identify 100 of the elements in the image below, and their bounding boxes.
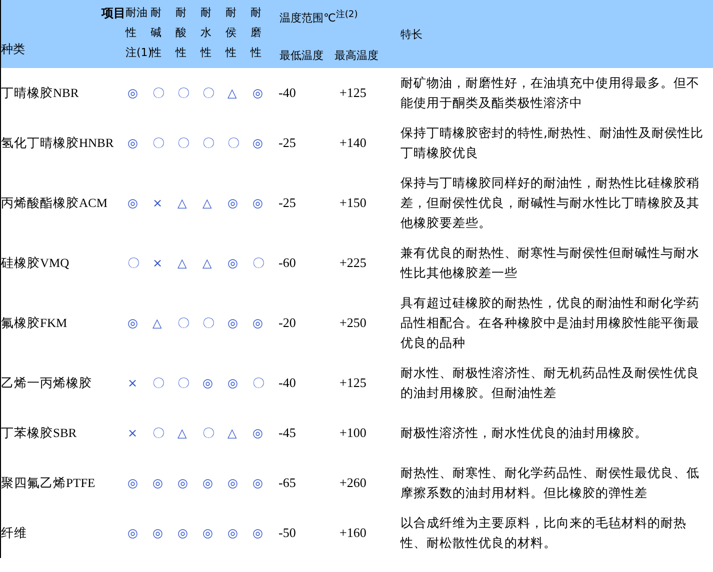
table-cell-text: 耐热性、耐寒性、耐化学药品性、耐侯性最优良、低摩擦系数的油封用材料。但比橡胶的弹性差 xyxy=(400,464,700,502)
column-header: 特长 xyxy=(400,28,422,40)
table-cell-text: -65 xyxy=(278,474,297,492)
table-cell-text: 兼有优良的耐热性、耐寒性与耐侯性但耐碱性与耐水性比其他橡胶差一些 xyxy=(399,244,700,282)
table-cell: 氢化丁晴橡胶HNBR xyxy=(0,118,126,168)
rating-mark: ◎ xyxy=(126,525,139,542)
rating-mark: × xyxy=(126,425,139,442)
table-cell: 纤维 xyxy=(0,508,126,558)
rating-mark: ◎ xyxy=(126,195,139,212)
rating-mark: △ xyxy=(152,315,163,332)
table-cell-text: 耐水性、耐极性溶济性、耐无机药品性及耐侯性优良的油封用橡胶。但耐油性差 xyxy=(400,364,700,402)
table-cell-text: -45 xyxy=(278,424,297,442)
column-header: 耐 xyxy=(250,5,262,21)
rating-mark: ◎ xyxy=(226,475,239,492)
table-cell: 乙烯一丙烯橡胶 xyxy=(0,358,126,408)
rating-mark: 〇 xyxy=(150,68,176,118)
table-cell: 丙烯酸酯橡胶ACM xyxy=(0,168,126,238)
rating-mark: ◎ xyxy=(252,525,264,542)
rating-mark: 〇 xyxy=(226,134,240,152)
rating-mark: 〇 xyxy=(176,314,190,332)
rating-mark: 〇 xyxy=(252,254,266,272)
rating-mark: ◎ xyxy=(252,315,264,332)
column-header: 性 xyxy=(150,45,162,61)
column-header: 酸 xyxy=(176,25,188,41)
column-header: 性 xyxy=(250,45,262,61)
column-header: 种类 xyxy=(1,41,26,58)
rating-mark: ◎ xyxy=(126,68,150,118)
table-cell-text: -20 xyxy=(278,314,297,332)
table-cell-text: +160 xyxy=(338,524,368,542)
column-header: 耐 xyxy=(226,5,238,21)
table-cell-text: +140 xyxy=(338,134,368,152)
rating-mark: 〇 xyxy=(152,134,166,152)
table-cell-text: +225 xyxy=(338,254,368,272)
table-cell: +125 xyxy=(334,68,394,118)
rating-mark: △ xyxy=(226,68,250,118)
column-header: 侯 xyxy=(226,25,238,41)
rating-mark: ◎ xyxy=(252,135,264,152)
rating-mark: 〇 xyxy=(252,374,266,392)
column-header: 性 xyxy=(200,45,212,61)
table-cell-text: +250 xyxy=(338,314,368,332)
table-cell-text: +150 xyxy=(338,194,368,212)
rating-mark: ◎ xyxy=(226,525,239,542)
rating-mark: ◎ xyxy=(152,525,164,542)
rating-mark: 〇 xyxy=(200,68,226,118)
rating-mark: ◎ xyxy=(226,375,239,392)
column-header: 耐油 xyxy=(126,5,148,21)
table-cell-text: 耐极性溶济性，耐水性优良的油封用橡胶。 xyxy=(400,424,648,442)
rating-mark: ◎ xyxy=(126,135,139,152)
table-cell-text: -60 xyxy=(278,254,297,272)
rating-mark: 〇 xyxy=(202,134,216,152)
table-cell: 耐矿物油，耐磨性好，在油填充中使用得最多。但不能使用于酮类及酯类极性溶济中 xyxy=(394,68,712,118)
rating-mark: 〇 xyxy=(152,374,166,392)
rating-mark: △ xyxy=(176,195,188,212)
table-cell-text: -25 xyxy=(278,134,297,152)
rating-mark: ◎ xyxy=(252,195,264,212)
rating-mark: ◎ xyxy=(226,255,239,272)
rating-mark: 〇 xyxy=(126,254,140,272)
table-cell-text: -50 xyxy=(278,524,297,542)
rating-mark: ◎ xyxy=(252,475,264,492)
rating-mark: △ xyxy=(202,195,213,212)
rating-mark: ◎ xyxy=(176,475,189,492)
column-header: 注(1) xyxy=(126,45,150,61)
table-cell: 氟橡胶FKM xyxy=(0,288,126,358)
rating-mark: △ xyxy=(226,425,238,442)
column-header: 碱 xyxy=(150,25,162,41)
column-header: 磨 xyxy=(250,25,262,41)
rating-mark: 〇 xyxy=(176,68,200,118)
column-header: 性 xyxy=(126,25,138,41)
column-header: 温度范围℃$^{注(2)}$ xyxy=(280,8,359,26)
rating-mark: × xyxy=(126,375,139,392)
column-header: 性 xyxy=(176,45,188,61)
table-cell-text: 以合成纤维为主要原料，比向来的毛毡材料的耐热性、耐松散性优良的材料。 xyxy=(399,514,688,552)
rating-mark: × xyxy=(152,255,164,272)
table-cell-text: 保持丁晴橡胶密封的特性,耐热性、耐油性及耐侯性比丁晴橡胶优良 xyxy=(400,124,704,162)
table-cell-text: -25 xyxy=(278,194,297,212)
column-header: 耐 xyxy=(176,5,188,21)
table-cell: 丁晴橡胶NBR xyxy=(0,68,126,118)
table-cell-text: 具有超过硅橡胶的耐热性，优良的耐油性和耐化学药品性相配合。在各种橡胶中是油封用橡胶性能平衡最优良的品种 xyxy=(400,294,700,352)
rating-mark: ◎ xyxy=(226,195,239,212)
rating-mark: ◎ xyxy=(202,375,214,392)
rating-mark: × xyxy=(152,195,164,212)
rating-mark: ◎ xyxy=(252,425,264,442)
column-header: 水 xyxy=(200,25,212,41)
rating-mark: △ xyxy=(202,255,213,272)
table-cell-text: 保持与丁晴橡胶同样好的耐油性，耐热性比硅橡胶稍差，但耐侯性优良，耐碱性与耐水性比丁晴橡胶及其他橡胶要差些。 xyxy=(400,174,700,232)
table-cell: 硅橡胶VMQ xyxy=(0,238,126,288)
rating-mark: 〇 xyxy=(176,134,190,152)
rating-mark: 〇 xyxy=(202,314,216,332)
table-cell-text: -40 xyxy=(278,374,297,392)
rating-mark: △ xyxy=(176,255,188,272)
rating-mark: ◎ xyxy=(126,315,139,332)
column-header: 耐 xyxy=(150,5,162,21)
rating-mark: ◎ xyxy=(202,525,214,542)
table-cell-text: +100 xyxy=(338,424,368,442)
rating-mark: ◎ xyxy=(202,475,214,492)
rating-mark: ◎ xyxy=(152,475,164,492)
table-cell-text: +260 xyxy=(338,474,368,492)
rating-mark: ◎ xyxy=(250,68,276,118)
rating-mark: 〇 xyxy=(176,374,190,392)
table-cell: 聚四氟乙烯PTFE xyxy=(0,458,126,508)
